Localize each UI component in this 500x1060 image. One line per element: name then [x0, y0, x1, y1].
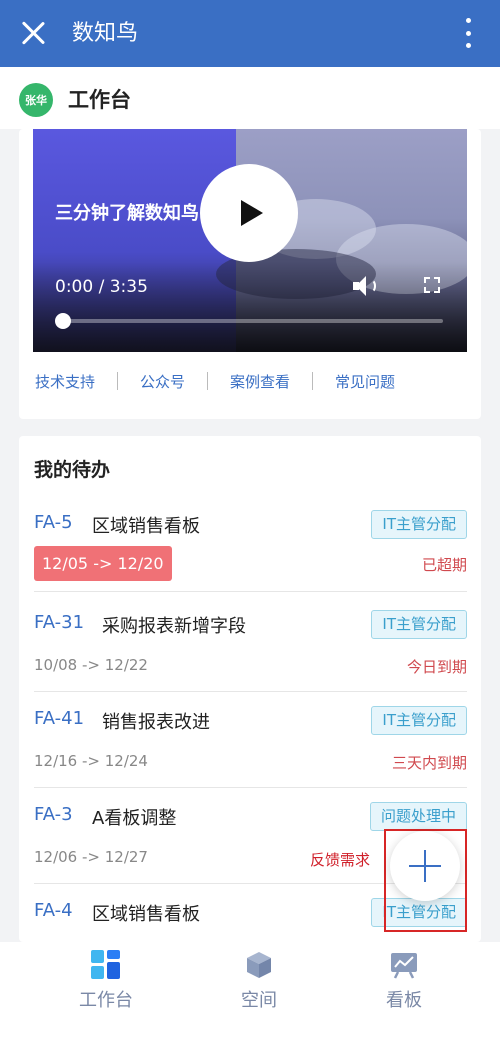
task-dates: 12/05 -> 12/20 — [34, 546, 172, 581]
tab-label: 看板 — [386, 990, 422, 1011]
page-title: 工作台 — [68, 88, 131, 112]
task-name: 区域销售看板 — [92, 904, 200, 925]
task-badge: IT主管分配 — [371, 610, 467, 639]
intro-card: 三分钟了解数知鸟 0:00 / 3:35 技术支持 公众号 案例查看 常见问题 — [19, 129, 481, 419]
task-row[interactable]: FA-41 销售报表改进 IT主管分配 12/16 -> 12/24 三天内到期 — [34, 692, 467, 788]
link-divider — [207, 372, 209, 390]
fullscreen-icon[interactable] — [424, 277, 440, 293]
task-id: FA-5 — [34, 512, 73, 533]
task-status: 已超期 — [421, 556, 467, 574]
task-name: 采购报表新增字段 — [102, 616, 246, 637]
progress-knob[interactable] — [55, 313, 71, 329]
video-caption: 三分钟了解数知鸟 — [55, 203, 199, 224]
more-menu-icon[interactable] — [466, 18, 472, 48]
intro-video[interactable]: 三分钟了解数知鸟 0:00 / 3:35 — [33, 129, 467, 352]
task-dates: 12/06 -> 12/27 — [34, 848, 148, 866]
link-divider — [312, 372, 314, 390]
link-divider — [117, 372, 119, 390]
task-status: 今日到期 — [406, 658, 467, 676]
quick-links: 技术支持 公众号 案例查看 常见问题 — [35, 370, 395, 392]
feedback-label[interactable]: 反馈需求 — [310, 849, 370, 870]
tab-workspace[interactable]: 工作台 — [56, 950, 156, 1012]
task-badge: IT主管分配 — [371, 706, 467, 735]
add-feedback-button[interactable] — [390, 831, 460, 901]
task-id: FA-41 — [34, 708, 85, 729]
link-faq[interactable]: 常见问题 — [335, 371, 395, 392]
task-dates: 12/16 -> 12/24 — [34, 752, 148, 770]
bottom-tab-bar: 工作台 空间 看板 — [0, 942, 500, 1060]
volume-icon[interactable] — [353, 275, 379, 297]
task-row[interactable]: FA-31 采购报表新增字段 IT主管分配 10/08 -> 12/22 今日到… — [34, 596, 467, 692]
video-shade — [33, 262, 467, 352]
cube-icon — [244, 950, 274, 980]
task-name: 销售报表改进 — [102, 712, 210, 733]
task-row[interactable]: FA-5 区域销售看板 IT主管分配 12/05 -> 12/20 已超期 — [34, 496, 467, 592]
tab-space[interactable]: 空间 — [209, 950, 309, 1012]
task-dates: 10/08 -> 12/22 — [34, 656, 148, 674]
todo-title: 我的待办 — [34, 459, 111, 481]
tab-board[interactable]: 看板 — [354, 950, 454, 1012]
video-progress-bar[interactable] — [55, 313, 443, 329]
play-button[interactable] — [200, 164, 298, 262]
tab-label: 工作台 — [79, 990, 133, 1011]
task-id: FA-3 — [34, 804, 73, 825]
video-time: 0:00 / 3:35 — [55, 277, 148, 297]
avatar[interactable]: 张华 — [19, 83, 53, 117]
task-id: FA-4 — [34, 900, 73, 921]
link-case-studies[interactable]: 案例查看 — [230, 371, 290, 392]
app-title: 数知鸟 — [72, 21, 139, 46]
top-bar: 数知鸟 — [0, 0, 500, 67]
task-id: FA-31 — [34, 612, 85, 633]
workspace-icon — [91, 950, 121, 980]
link-official-account[interactable]: 公众号 — [140, 371, 185, 392]
task-status: 三天内到期 — [391, 754, 467, 772]
task-badge: IT主管分配 — [371, 510, 467, 539]
workspace-header: 张华 工作台 — [0, 67, 500, 129]
task-name: 区域销售看板 — [92, 516, 200, 537]
tab-label: 空间 — [241, 990, 277, 1011]
task-name: A看板调整 — [92, 808, 177, 829]
link-tech-support[interactable]: 技术支持 — [35, 371, 95, 392]
task-badge: 问题处理中 — [369, 802, 467, 831]
board-icon — [389, 950, 419, 980]
close-icon[interactable] — [20, 20, 46, 46]
